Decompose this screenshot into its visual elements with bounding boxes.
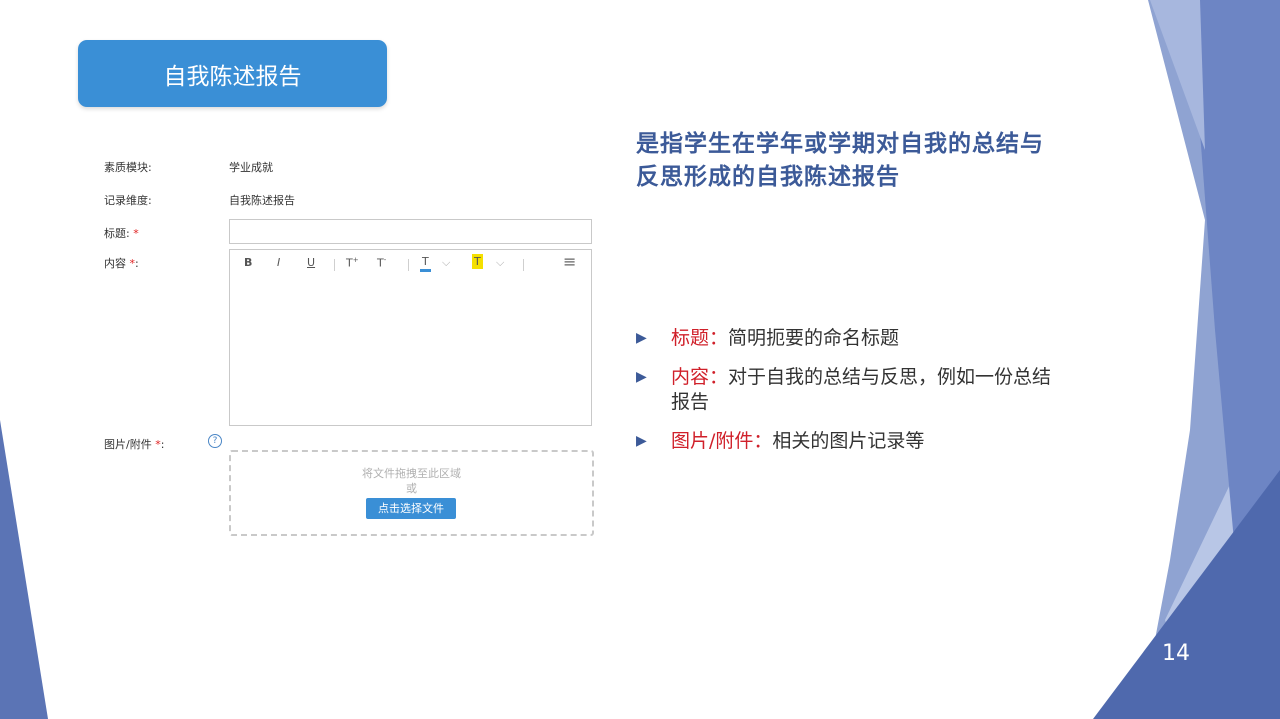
dimension-value: 自我陈述报告 bbox=[229, 194, 295, 207]
title-field-label: 标题: * bbox=[104, 225, 139, 241]
chevron-down-icon[interactable]: ⌵ bbox=[496, 256, 504, 270]
bullet-arrow-icon: ▶ bbox=[636, 330, 647, 346]
dimension-label: 记录维度: bbox=[104, 194, 152, 207]
content-editor[interactable]: B I U T+ T- T ⌵ T ⌵ ≡ bbox=[229, 249, 592, 426]
attachment-field-label: 图片/附件 *: bbox=[104, 436, 164, 452]
chevron-down-icon[interactable]: ⌵ bbox=[442, 256, 450, 270]
font-size-up-button[interactable]: T+ bbox=[346, 256, 359, 270]
toolbar-divider bbox=[523, 259, 524, 271]
font-size-down-button[interactable]: T- bbox=[377, 256, 386, 270]
page-number: 14 bbox=[1162, 641, 1190, 666]
right-top-shape bbox=[1150, 0, 1205, 150]
toolbar-divider bbox=[408, 259, 409, 271]
font-size-down-icon: T bbox=[377, 256, 384, 270]
bullet-arrow-icon: ▶ bbox=[636, 369, 647, 385]
bullet-text: 对于自我的总结与反思，例如一份总结报告 bbox=[671, 366, 1052, 413]
colon: : bbox=[160, 438, 165, 451]
drop-hint-or: 或 bbox=[406, 482, 417, 495]
left-bottom-shape bbox=[0, 420, 48, 719]
title-label-text: 标题: bbox=[104, 227, 130, 240]
slide-decoration bbox=[0, 0, 1280, 719]
bullet-key: 内容： bbox=[671, 366, 729, 388]
underline-button[interactable]: U bbox=[307, 256, 315, 269]
toolbar-divider bbox=[334, 259, 335, 271]
slide-title: 自我陈述报告 bbox=[78, 40, 387, 107]
file-drop-zone[interactable]: 将文件拖拽至此区域 或 点击选择文件 bbox=[229, 450, 594, 536]
bullet-text: 简明扼要的命名标题 bbox=[728, 327, 900, 349]
help-icon[interactable]: ? bbox=[208, 434, 222, 448]
title-input[interactable] bbox=[229, 219, 592, 244]
highlight-color-button[interactable]: T bbox=[472, 254, 483, 269]
description-heading: 是指学生在学年或学期对自我的总结与反思形成的自我陈述报告 bbox=[636, 131, 1044, 190]
choose-file-button[interactable]: 点击选择文件 bbox=[366, 498, 456, 519]
content-field-label: 内容 *: bbox=[104, 255, 139, 271]
bullet-arrow-icon: ▶ bbox=[636, 433, 647, 449]
module-value: 学业成就 bbox=[229, 161, 273, 174]
bullet-key: 标题： bbox=[671, 327, 729, 349]
module-label: 素质模块: bbox=[104, 161, 152, 174]
attachment-label-text: 图片/附件 bbox=[104, 438, 152, 451]
bullet-text: 相关的图片记录等 bbox=[772, 430, 925, 452]
colon: : bbox=[135, 257, 139, 270]
menu-icon[interactable]: ≡ bbox=[563, 252, 576, 271]
font-size-up-icon: T bbox=[346, 256, 353, 270]
bold-button[interactable]: B bbox=[244, 256, 252, 269]
drop-hint-text: 将文件拖拽至此区域 bbox=[362, 467, 461, 480]
italic-button[interactable]: I bbox=[277, 256, 280, 269]
bullet-key: 图片/附件： bbox=[671, 430, 773, 452]
text-color-button[interactable]: T bbox=[420, 254, 431, 272]
required-mark: * bbox=[133, 227, 139, 240]
content-label-text: 内容 bbox=[104, 257, 126, 270]
